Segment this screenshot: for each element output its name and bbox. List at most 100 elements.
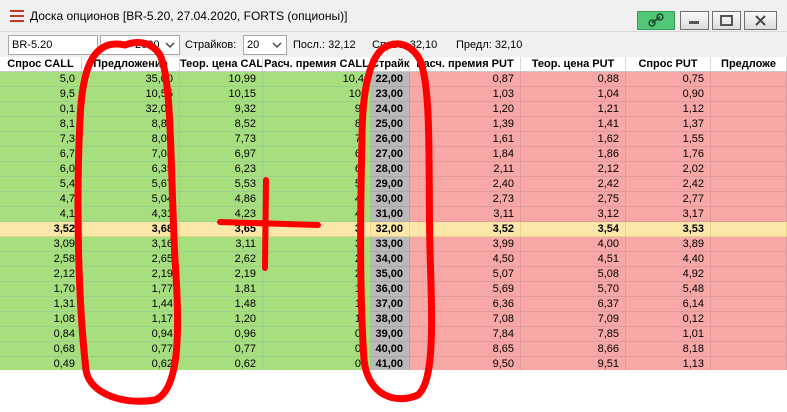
table-cell (711, 282, 787, 297)
table-row[interactable]: 1,70 1,77 1,81 1, 36,00 5,69 5,70 5,48 (0, 282, 787, 297)
table-cell: 0, (263, 342, 371, 357)
minimize-button[interactable] (680, 11, 709, 30)
table-row[interactable]: 4,1 4,31 4,23 4, 31,00 3,11 3,12 3,17 (0, 207, 787, 222)
table-row[interactable]: 1,31 1,44 1,48 1, 37,00 6,36 6,37 6,14 (0, 297, 787, 312)
table-cell: 1,31 (0, 297, 82, 312)
table-cell: 10,99 (180, 72, 263, 87)
column-header-5[interactable]: Расч. премия PUT (410, 57, 521, 71)
table-cell: 1,20 (410, 102, 521, 117)
table-cell: 6,14 (626, 297, 711, 312)
table-cell: 3,52 (410, 222, 521, 237)
window-title: Доска опционов [BR-5.20, 27.04.2020, FOR… (30, 9, 348, 23)
table-cell: 1,44 (82, 297, 180, 312)
strikes-combo[interactable]: 20 (243, 35, 287, 55)
table-cell: 4,00 (521, 237, 626, 252)
table-row[interactable]: 8,1 8,80 8,52 8, 25,00 1,39 1,41 1,37 (0, 117, 787, 132)
table-cell: 5,04 (82, 192, 180, 207)
table-cell: 4,92 (626, 267, 711, 282)
table-cell: 7, (263, 132, 371, 147)
table-cell: 25,00 (371, 117, 410, 132)
table-cell: 10,55 (82, 87, 180, 102)
table-row[interactable]: 5,0 35,00 10,99 10,4 22,00 0,87 0,88 0,75 (0, 72, 787, 87)
table-row[interactable]: 3,09 3,16 3,11 3, 33,00 3,99 4,00 3,89 (0, 237, 787, 252)
table-cell: 5, (263, 177, 371, 192)
table-cell: 6, (263, 162, 371, 177)
table-cell: 33,00 (371, 237, 410, 252)
table-cell (711, 237, 787, 252)
table-cell: 0, (263, 327, 371, 342)
table-cell: 4,51 (521, 252, 626, 267)
table-cell: 1,61 (410, 132, 521, 147)
table-row[interactable]: 2,12 2,19 2,19 2, 35,00 5,07 5,08 4,92 (0, 267, 787, 282)
table-row[interactable]: 3,52 3,68 3,65 3, 32,00 3,52 3,54 3,53 (0, 222, 787, 237)
table-row[interactable]: 0,1 32,00 9,32 9, 24,00 1,20 1,21 1,12 (0, 102, 787, 117)
table-cell: 2,02 (626, 162, 711, 177)
table-cell: 2,12 (0, 267, 82, 282)
table-cell: 34,00 (371, 252, 410, 267)
column-header-8[interactable]: Предложе (711, 57, 787, 71)
table-row[interactable]: 9,5 10,55 10,15 10, 23,00 1,03 1,04 0,90 (0, 87, 787, 102)
instrument-combo[interactable]: BR-5.20 (8, 35, 98, 55)
instrument-value: BR-5.20 (12, 39, 53, 51)
column-header-1[interactable]: Предложение (82, 57, 180, 71)
table-cell: 2,12 (521, 162, 626, 177)
column-header-3[interactable]: Расч. премия CALL (263, 57, 371, 71)
table-cell (711, 327, 787, 342)
table-row[interactable]: 5,4 5,67 5,53 5, 29,00 2,40 2,42 2,42 (0, 177, 787, 192)
table-row[interactable]: 2,58 2,65 2,62 2, 34,00 4,50 4,51 4,40 (0, 252, 787, 267)
table-cell: 4, (263, 207, 371, 222)
table-cell: 2, (263, 252, 371, 267)
column-header-4[interactable]: Страйк (371, 57, 410, 71)
column-header-7[interactable]: Спрос PUT (626, 57, 711, 71)
table-cell: 2,65 (82, 252, 180, 267)
column-header-0[interactable]: Спрос CALL (0, 57, 82, 71)
table-cell (711, 102, 787, 117)
table-cell: 28,00 (371, 162, 410, 177)
table-cell: 8,1 (0, 117, 82, 132)
table-cell (711, 207, 787, 222)
table-cell: 5,53 (180, 177, 263, 192)
table-row[interactable]: 0,68 0,77 0,77 0, 40,00 8,65 8,66 8,18 (0, 342, 787, 357)
close-button[interactable] (744, 11, 777, 30)
table-cell: 29,00 (371, 177, 410, 192)
table-cell: 1,70 (0, 282, 82, 297)
table-cell: 6,36 (410, 297, 521, 312)
table-cell: 0,68 (0, 342, 82, 357)
table-cell: 6, (263, 147, 371, 162)
table-cell: 26,00 (371, 132, 410, 147)
table-cell (711, 147, 787, 162)
table-cell: 3, (263, 237, 371, 252)
table-cell: 35,00 (82, 72, 180, 87)
table-cell (711, 117, 787, 132)
table-cell: 2, (263, 267, 371, 282)
table-cell: 1,48 (180, 297, 263, 312)
table-row[interactable]: 4,7 5,04 4,86 4, 30,00 2,73 2,75 2,77 (0, 192, 787, 207)
table-cell: 1,01 (626, 327, 711, 342)
table-cell: 8,08 (82, 132, 180, 147)
table-cell: 1,55 (626, 132, 711, 147)
table-cell: 0,84 (0, 327, 82, 342)
table-row[interactable]: 7,3 8,08 7,73 7, 26,00 1,61 1,62 1,55 (0, 132, 787, 147)
expiry-combo[interactable]: 2020 (100, 35, 180, 55)
link-button[interactable] (637, 11, 675, 30)
table-cell: 5,48 (626, 282, 711, 297)
table-cell: 1,17 (82, 312, 180, 327)
table-cell: 5,70 (521, 282, 626, 297)
table-cell: 0,88 (521, 72, 626, 87)
maximize-button[interactable] (712, 11, 741, 30)
column-header-6[interactable]: Теор. цена PUT (521, 57, 626, 71)
column-header-2[interactable]: Теор. цена CALL (180, 57, 263, 71)
table-cell: 0,96 (180, 327, 263, 342)
table-cell: 35,00 (371, 267, 410, 282)
table-cell (711, 132, 787, 147)
table-cell: 7,08 (410, 312, 521, 327)
table-cell: 38,00 (371, 312, 410, 327)
table-cell (711, 252, 787, 267)
table-row[interactable]: 1,08 1,17 1,20 1, 38,00 7,08 7,09 0,12 (0, 312, 787, 327)
table-cell (711, 267, 787, 282)
table-row[interactable]: 6,0 6,35 6,23 6, 28,00 2,11 2,12 2,02 (0, 162, 787, 177)
table-row[interactable]: 0,84 0,94 0,96 0, 39,00 7,84 7,85 1,01 (0, 327, 787, 342)
table-cell: 36,00 (371, 282, 410, 297)
table-row[interactable]: 6,7 7,08 6,97 6, 27,00 1,84 1,86 1,76 (0, 147, 787, 162)
table-cell: 1,86 (521, 147, 626, 162)
